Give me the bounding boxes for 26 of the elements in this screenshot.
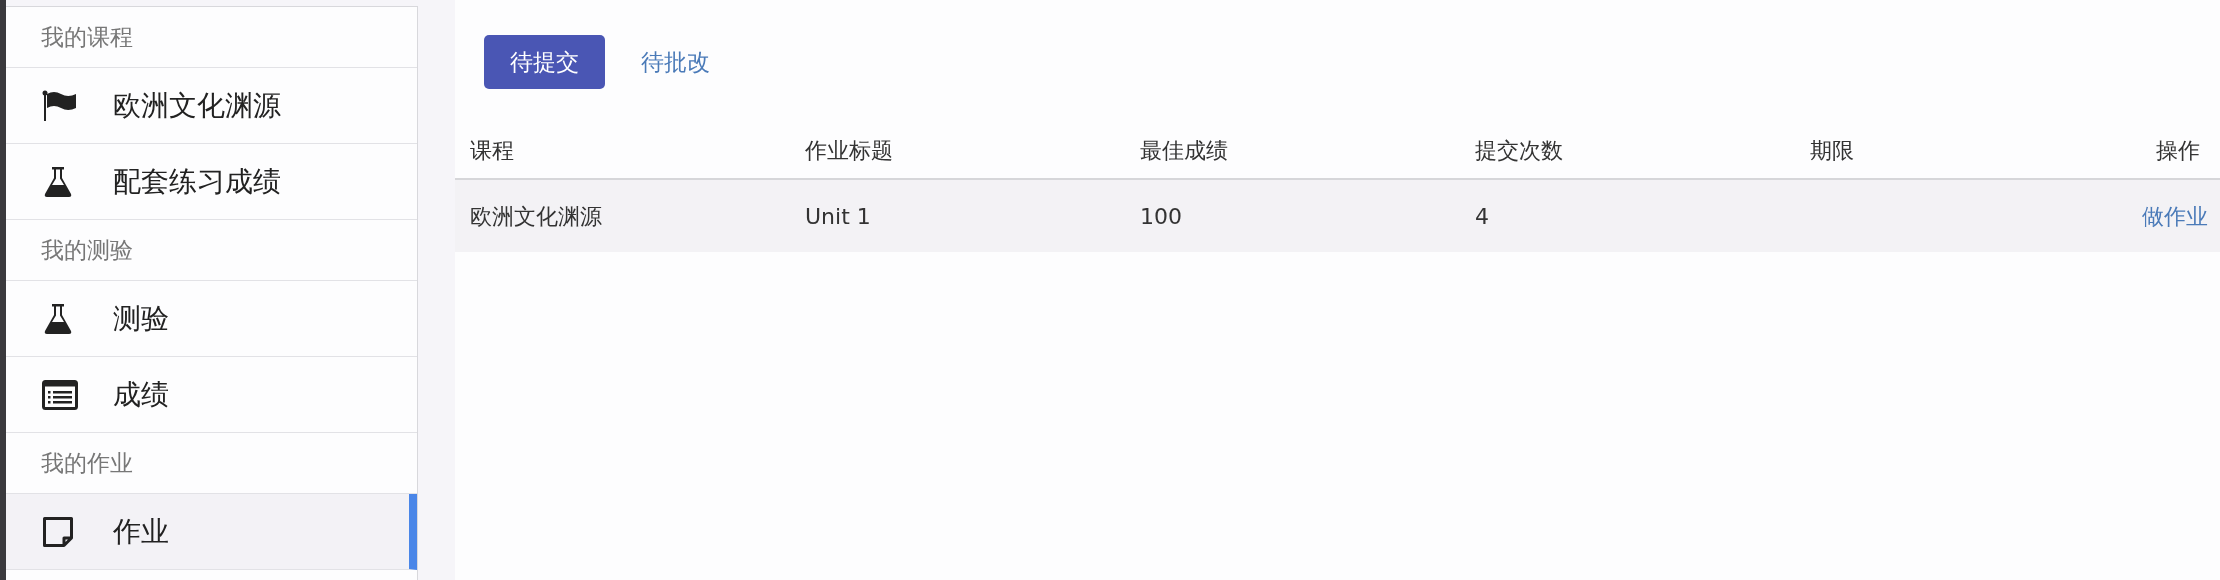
column-header: 期限 [1810,137,1854,165]
table-cell-text: 4 [1475,202,1489,231]
column-header: 操作 [2156,137,2200,165]
table-cell-text: 100 [1140,202,1182,231]
tab[interactable]: 待批改 [615,35,736,89]
section-header: 我的课程 [41,22,133,52]
flask-icon [42,165,74,198]
column-header: 最佳成绩 [1140,137,1228,165]
sidebar-item[interactable]: 成绩 [6,357,417,433]
column-header: 课程 [470,137,514,165]
section-header: 我的作业 [41,448,133,478]
action-link[interactable]: 做作业 [2142,199,2208,233]
column-header: 作业标题 [805,137,893,165]
flask-icon [42,302,74,335]
flag-icon [42,89,78,122]
tab[interactable]: 待提交 [484,35,605,89]
sidebar-item[interactable]: 配套练习成绩 [6,144,417,220]
table-cell-text: 欧洲文化渊源 [470,202,602,231]
column-header: 提交次数 [1475,137,1563,165]
section-header: 我的测验 [41,235,133,265]
sidebar-item[interactable]: 欧洲文化渊源 [6,68,417,144]
sidebar-item[interactable]: 作业 [6,494,417,570]
sidebar-item[interactable]: 测验 [6,281,417,357]
note-icon [42,515,74,548]
table-cell-text: Unit 1 [805,202,871,231]
list-icon [42,379,78,410]
